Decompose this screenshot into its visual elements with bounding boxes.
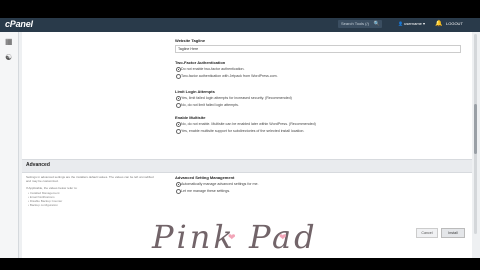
heart-icon: ❤ <box>279 232 287 242</box>
multisite-option-1: No, do not enable. Multisite can be enab… <box>181 122 316 126</box>
search-input[interactable]: Search Tools (/) 🔍 <box>338 20 382 28</box>
cancel-button[interactable]: Cancel <box>416 228 438 238</box>
tagline-input[interactable]: Tagline Here <box>175 45 461 53</box>
two-factor-option-2: Two-factor authentication with Jetpack f… <box>181 74 278 78</box>
advanced-list-intro: If Applicable, the values below refer to… <box>26 186 78 190</box>
multisite-label: Enable Multisite <box>175 115 206 120</box>
grid-icon[interactable]: ▦ <box>5 38 13 46</box>
install-button[interactable]: Install <box>441 228 465 238</box>
two-factor-label: Two-Factor Authentication <box>175 60 226 65</box>
advanced-option-2: Let me manage these settings. <box>181 189 231 193</box>
advanced-section-header[interactable]: Advanced <box>22 159 472 173</box>
advanced-description-line-2: and may be customized. <box>26 179 59 183</box>
user-menu[interactable]: 👤 username ▾ <box>398 21 425 26</box>
list-item: • Backup configuration <box>28 203 58 207</box>
tagline-value: Tagline Here <box>178 47 199 51</box>
login-attempts-option-1: Yes, limit failed login attempts for inc… <box>181 96 292 100</box>
advanced-title: Advanced <box>26 162 50 168</box>
heart-icon: ❤ <box>228 232 236 242</box>
login-attempts-option-2: No, do not limit failed login attempts. <box>181 103 239 107</box>
login-attempts-label: Limit Login Attempts <box>175 89 215 94</box>
scrollbar-thumb[interactable] <box>474 104 477 154</box>
username-label: username <box>404 21 422 26</box>
search-placeholder: Search Tools (/) <box>341 21 369 26</box>
tagline-label: Website Tagline <box>175 38 206 43</box>
scrollbar[interactable] <box>474 34 477 234</box>
users-icon[interactable]: ☯ <box>5 54 12 62</box>
sidebar: ▦ ☯ <box>0 32 19 258</box>
main-content: Website Tagline Tagline Here Two-Factor … <box>22 32 472 258</box>
advanced-option-1: Automatically manage advanced settings f… <box>181 182 259 186</box>
cpanel-logo[interactable]: cPanel <box>5 19 33 29</box>
search-icon: 🔍 <box>373 21 380 27</box>
bell-icon[interactable]: 🔔 <box>435 20 442 27</box>
two-factor-option-1: Do not enable two-factor authentication. <box>181 67 245 71</box>
top-bar: cPanel Search Tools (/) 🔍 👤 username ▾ 🔔… <box>0 18 480 32</box>
multisite-option-2: Yes, enable multisite support for subdir… <box>181 129 305 133</box>
app-window: cPanel Search Tools (/) 🔍 👤 username ▾ 🔔… <box>0 18 480 258</box>
logout-link[interactable]: LOGOUT <box>446 21 463 26</box>
advanced-setting-label: Advanced Setting Management <box>175 175 235 180</box>
